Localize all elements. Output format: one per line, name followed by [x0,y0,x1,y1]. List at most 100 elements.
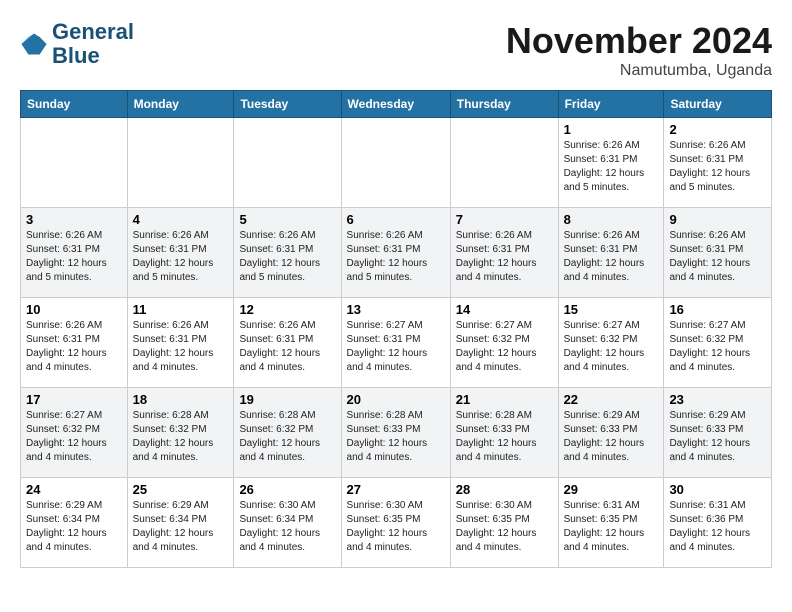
calendar-cell: 23 Sunrise: 6:29 AM Sunset: 6:33 PM Dayli… [664,388,772,478]
calendar-cell: 13 Sunrise: 6:27 AM Sunset: 6:31 PM Dayli… [341,298,450,388]
logo-icon [20,30,48,58]
calendar-cell: 21 Sunrise: 6:28 AM Sunset: 6:33 PM Dayli… [450,388,558,478]
week-row-3: 10 Sunrise: 6:26 AM Sunset: 6:31 PM Dayli… [21,298,772,388]
calendar-cell: 4 Sunrise: 6:26 AM Sunset: 6:31 PM Daylig… [127,208,234,298]
calendar-cell [127,118,234,208]
calendar-cell [341,118,450,208]
calendar-cell [21,118,128,208]
day-info: Sunrise: 6:30 AM Sunset: 6:35 PM Dayligh… [347,499,445,555]
weekday-header-sunday: Sunday [21,91,128,118]
logo: General Blue [20,20,134,68]
weekday-header-tuesday: Tuesday [234,91,341,118]
location-title: Namutumba, Uganda [506,62,772,80]
day-number: 15 [564,302,659,317]
calendar-cell: 12 Sunrise: 6:26 AM Sunset: 6:31 PM Dayli… [234,298,341,388]
day-info: Sunrise: 6:26 AM Sunset: 6:31 PM Dayligh… [239,319,335,375]
day-number: 14 [456,302,553,317]
day-info: Sunrise: 6:27 AM Sunset: 6:32 PM Dayligh… [456,319,553,375]
header: General Blue November 2024 Namutumba, Ug… [20,20,772,80]
calendar-cell: 7 Sunrise: 6:26 AM Sunset: 6:31 PM Daylig… [450,208,558,298]
day-info: Sunrise: 6:26 AM Sunset: 6:31 PM Dayligh… [239,229,335,285]
calendar-cell: 1 Sunrise: 6:26 AM Sunset: 6:31 PM Daylig… [558,118,664,208]
day-number: 22 [564,392,659,407]
week-row-1: 1 Sunrise: 6:26 AM Sunset: 6:31 PM Daylig… [21,118,772,208]
day-number: 18 [133,392,229,407]
week-row-2: 3 Sunrise: 6:26 AM Sunset: 6:31 PM Daylig… [21,208,772,298]
calendar-cell: 27Sunrise: 6:30 AM Sunset: 6:35 PM Dayli… [341,478,450,568]
day-number: 1 [564,122,659,137]
calendar-cell: 11 Sunrise: 6:26 AM Sunset: 6:31 PM Dayli… [127,298,234,388]
day-info: Sunrise: 6:26 AM Sunset: 6:31 PM Dayligh… [347,229,445,285]
day-info: Sunrise: 6:26 AM Sunset: 6:31 PM Dayligh… [133,319,229,375]
weekday-header-wednesday: Wednesday [341,91,450,118]
day-info: Sunrise: 6:29 AM Sunset: 6:33 PM Dayligh… [669,409,766,465]
day-info: Sunrise: 6:27 AM Sunset: 6:31 PM Dayligh… [347,319,445,375]
logo-line2: Blue [52,44,134,68]
day-info: Sunrise: 6:31 AM Sunset: 6:35 PM Dayligh… [564,499,659,555]
calendar-cell: 20Sunrise: 6:28 AM Sunset: 6:33 PM Dayli… [341,388,450,478]
day-number: 8 [564,212,659,227]
day-info: Sunrise: 6:26 AM Sunset: 6:31 PM Dayligh… [133,229,229,285]
calendar-cell: 18 Sunrise: 6:28 AM Sunset: 6:32 PM Dayli… [127,388,234,478]
day-info: Sunrise: 6:27 AM Sunset: 6:32 PM Dayligh… [26,409,122,465]
day-number: 30 [669,482,766,497]
day-info: Sunrise: 6:26 AM Sunset: 6:31 PM Dayligh… [564,229,659,285]
day-info: Sunrise: 6:30 AM Sunset: 6:35 PM Dayligh… [456,499,553,555]
day-number: 5 [239,212,335,227]
calendar-cell: 10 Sunrise: 6:26 AM Sunset: 6:31 PM Dayli… [21,298,128,388]
day-number: 28 [456,482,553,497]
calendar-cell: 26Sunrise: 6:30 AM Sunset: 6:34 PM Dayli… [234,478,341,568]
day-info: Sunrise: 6:28 AM Sunset: 6:33 PM Dayligh… [456,409,553,465]
week-row-4: 17Sunrise: 6:27 AM Sunset: 6:32 PM Dayli… [21,388,772,478]
day-number: 4 [133,212,229,227]
day-number: 29 [564,482,659,497]
calendar-cell: 29 Sunrise: 6:31 AM Sunset: 6:35 PM Dayli… [558,478,664,568]
weekday-header-friday: Friday [558,91,664,118]
day-info: Sunrise: 6:28 AM Sunset: 6:32 PM Dayligh… [239,409,335,465]
calendar-cell: 6 Sunrise: 6:26 AM Sunset: 6:31 PM Daylig… [341,208,450,298]
day-number: 10 [26,302,122,317]
day-info: Sunrise: 6:27 AM Sunset: 6:32 PM Dayligh… [669,319,766,375]
calendar-cell: 3 Sunrise: 6:26 AM Sunset: 6:31 PM Daylig… [21,208,128,298]
day-number: 11 [133,302,229,317]
calendar-cell: 15 Sunrise: 6:27 AM Sunset: 6:32 PM Dayli… [558,298,664,388]
day-number: 2 [669,122,766,137]
day-number: 7 [456,212,553,227]
day-number: 12 [239,302,335,317]
calendar-cell: 30Sunrise: 6:31 AM Sunset: 6:36 PM Dayli… [664,478,772,568]
day-info: Sunrise: 6:26 AM Sunset: 6:31 PM Dayligh… [26,229,122,285]
day-info: Sunrise: 6:29 AM Sunset: 6:34 PM Dayligh… [133,499,229,555]
day-info: Sunrise: 6:28 AM Sunset: 6:32 PM Dayligh… [133,409,229,465]
month-title: November 2024 [506,20,772,62]
day-number: 3 [26,212,122,227]
day-number: 6 [347,212,445,227]
calendar-cell: 5 Sunrise: 6:26 AM Sunset: 6:31 PM Daylig… [234,208,341,298]
day-number: 20 [347,392,445,407]
day-number: 13 [347,302,445,317]
day-number: 23 [669,392,766,407]
day-number: 19 [239,392,335,407]
calendar-cell: 22Sunrise: 6:29 AM Sunset: 6:33 PM Dayli… [558,388,664,478]
title-section: November 2024 Namutumba, Uganda [506,20,772,80]
logo-line1: General [52,20,134,44]
day-info: Sunrise: 6:26 AM Sunset: 6:31 PM Dayligh… [669,139,766,195]
calendar-table: SundayMondayTuesdayWednesdayThursdayFrid… [20,90,772,568]
day-info: Sunrise: 6:26 AM Sunset: 6:31 PM Dayligh… [564,139,659,195]
calendar-cell: 19 Sunrise: 6:28 AM Sunset: 6:32 PM Dayli… [234,388,341,478]
day-number: 16 [669,302,766,317]
weekday-header-row: SundayMondayTuesdayWednesdayThursdayFrid… [21,91,772,118]
day-number: 21 [456,392,553,407]
calendar-cell: 17Sunrise: 6:27 AM Sunset: 6:32 PM Dayli… [21,388,128,478]
day-info: Sunrise: 6:26 AM Sunset: 6:31 PM Dayligh… [669,229,766,285]
calendar-cell: 28 Sunrise: 6:30 AM Sunset: 6:35 PM Dayli… [450,478,558,568]
calendar-cell: 14 Sunrise: 6:27 AM Sunset: 6:32 PM Dayli… [450,298,558,388]
day-info: Sunrise: 6:27 AM Sunset: 6:32 PM Dayligh… [564,319,659,375]
day-info: Sunrise: 6:26 AM Sunset: 6:31 PM Dayligh… [456,229,553,285]
calendar-cell: 2 Sunrise: 6:26 AM Sunset: 6:31 PM Daylig… [664,118,772,208]
day-number: 9 [669,212,766,227]
calendar-cell [234,118,341,208]
day-info: Sunrise: 6:26 AM Sunset: 6:31 PM Dayligh… [26,319,122,375]
weekday-header-monday: Monday [127,91,234,118]
day-number: 25 [133,482,229,497]
calendar-cell: 24Sunrise: 6:29 AM Sunset: 6:34 PM Dayli… [21,478,128,568]
